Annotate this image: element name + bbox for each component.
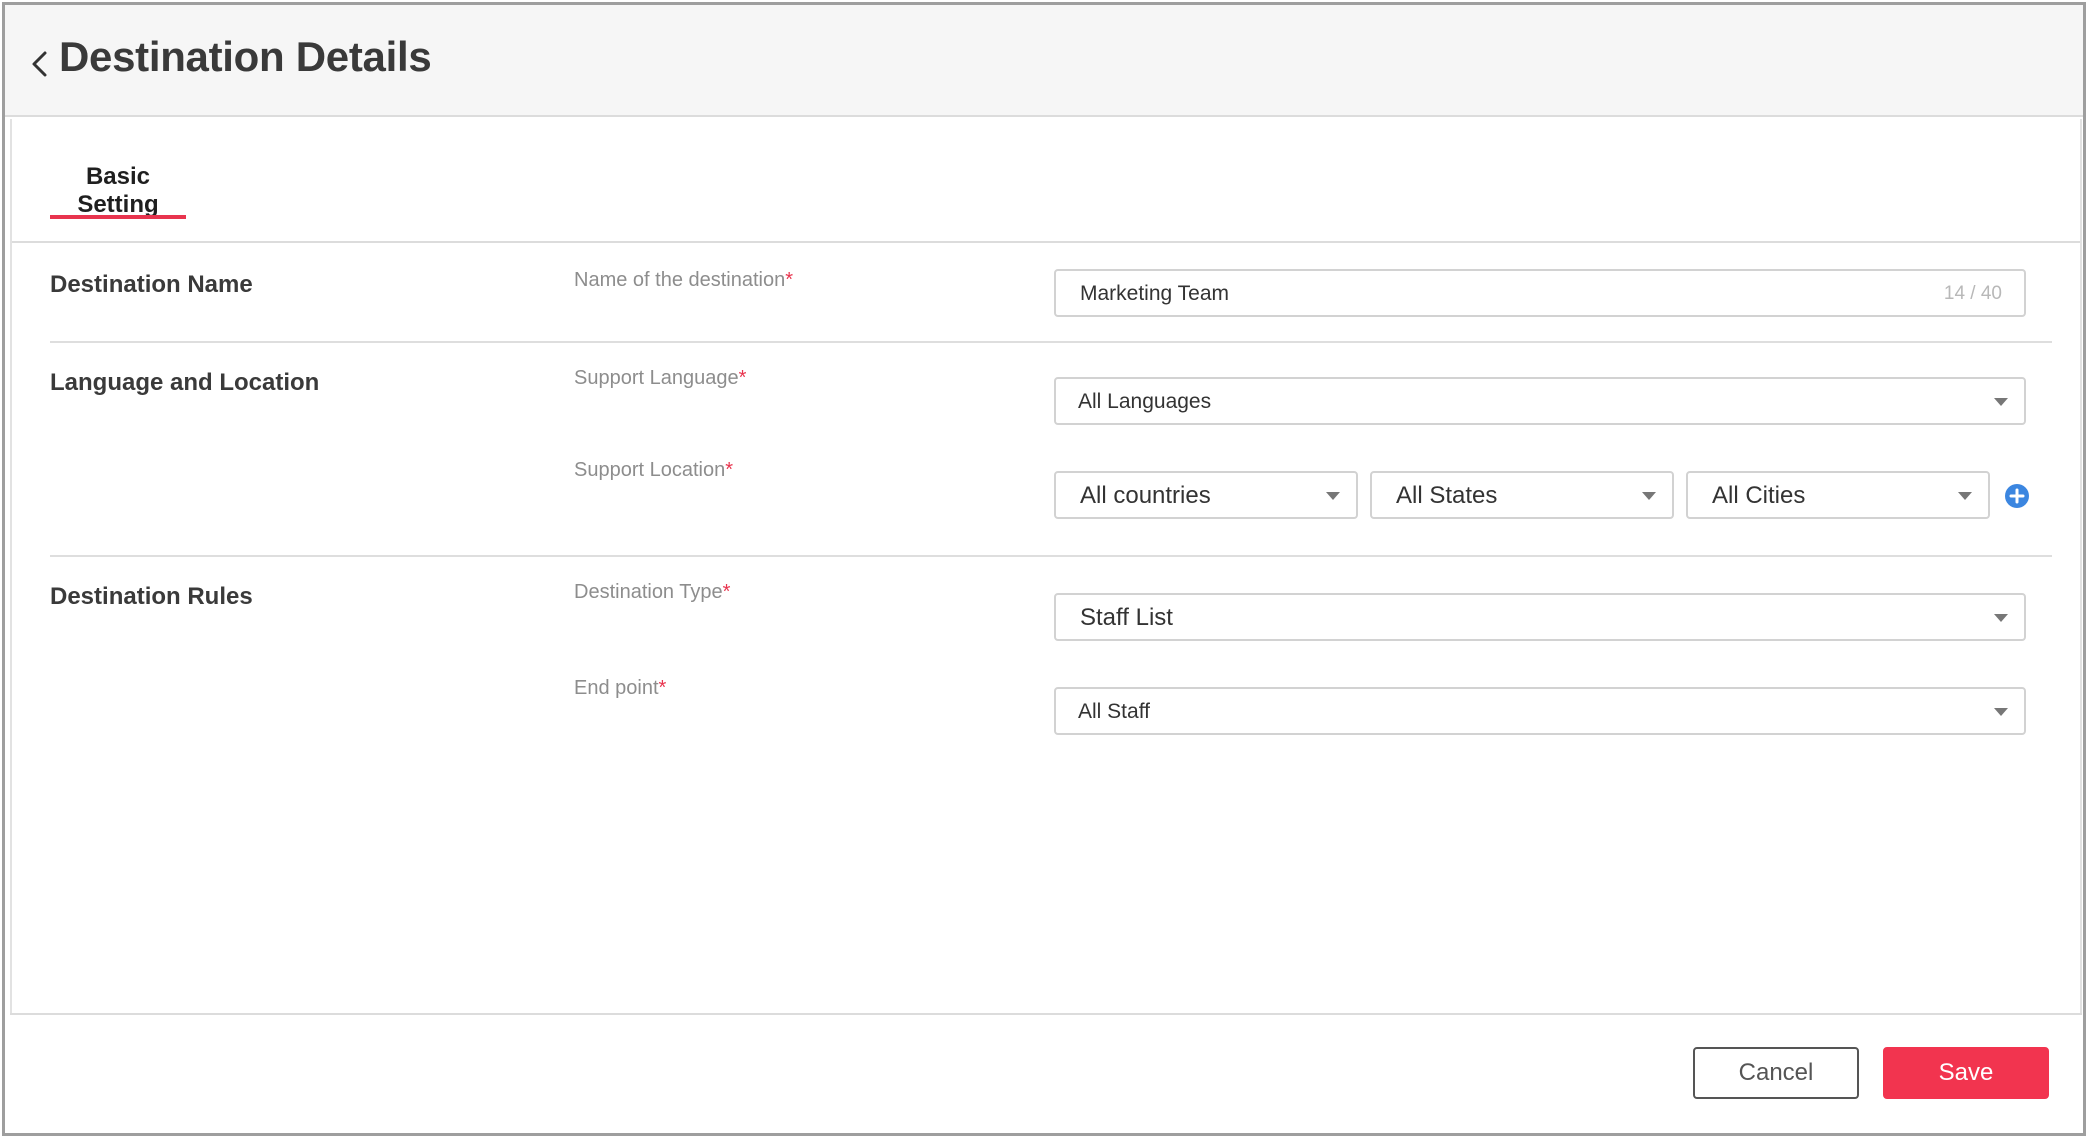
label-support-language-text: Support Language [574,367,739,389]
page-header: Destination Details [5,5,2083,117]
label-end-point-text: End point [574,677,659,699]
label-support-location-text: Support Location [574,459,726,481]
footer-divider [10,1013,2082,1015]
section-title-destination-rules: Destination Rules [50,583,253,610]
label-destination-type: Destination Type* [574,581,730,604]
save-button[interactable]: Save [1883,1047,2049,1099]
section-title-language-location: Language and Location [50,369,320,396]
destination-type-select[interactable]: Staff List [1054,593,2026,641]
chevron-down-icon [1994,708,2008,716]
cancel-button[interactable]: Cancel [1693,1047,1859,1099]
required-mark: * [658,677,667,699]
support-language-value: All Languages [1078,390,1212,413]
chevron-down-icon [1642,492,1656,500]
page-title: Destination Details [59,33,432,80]
label-destination-type-text: Destination Type [574,581,723,603]
character-counter: 14 / 40 [1943,283,2002,304]
required-mark: * [738,367,747,389]
label-destination-name: Name of the destination* [574,269,793,292]
state-value: All States [1396,482,1498,509]
city-select[interactable]: All Cities [1686,471,1990,519]
country-value: All countries [1080,482,1211,509]
destination-details-window: Destination Details Basic Setting Destin… [2,2,2086,1136]
tab-basic-setting-label: Basic Setting [77,163,159,218]
required-mark: * [785,269,794,291]
label-end-point: End point* [574,677,666,700]
label-support-location: Support Location* [574,459,733,482]
section-title-destination-name: Destination Name [50,271,253,298]
chevron-left-icon[interactable] [27,47,53,81]
end-point-select[interactable]: All Staff [1054,687,2026,735]
chevron-down-icon [1994,398,2008,406]
section-divider [50,555,2052,557]
country-select[interactable]: All countries [1054,471,1358,519]
required-mark: * [722,581,731,603]
section-divider [50,341,2052,343]
label-support-language: Support Language* [574,367,746,390]
chevron-down-icon [1994,614,2008,622]
support-language-select[interactable]: All Languages [1054,377,2026,425]
state-select[interactable]: All States [1370,471,1674,519]
destination-type-value: Staff List [1080,604,1173,631]
destination-name-input[interactable]: Marketing Team 14 / 40 [1054,269,2026,317]
chevron-down-icon [1958,492,1972,500]
city-value: All Cities [1712,482,1806,509]
tab-bar: Basic Setting [12,119,2080,243]
chevron-down-icon [1326,492,1340,500]
end-point-value: All Staff [1078,700,1150,723]
plus-circle-icon[interactable] [2004,483,2030,509]
destination-name-value: Marketing Team [1080,282,1230,305]
settings-card: Basic Setting Destination Name Name of t… [10,119,2082,1014]
required-mark: * [725,459,734,481]
tab-basic-setting[interactable]: Basic Setting [50,163,186,235]
label-destination-name-text: Name of the destination [574,269,786,291]
active-tab-indicator [50,215,186,219]
